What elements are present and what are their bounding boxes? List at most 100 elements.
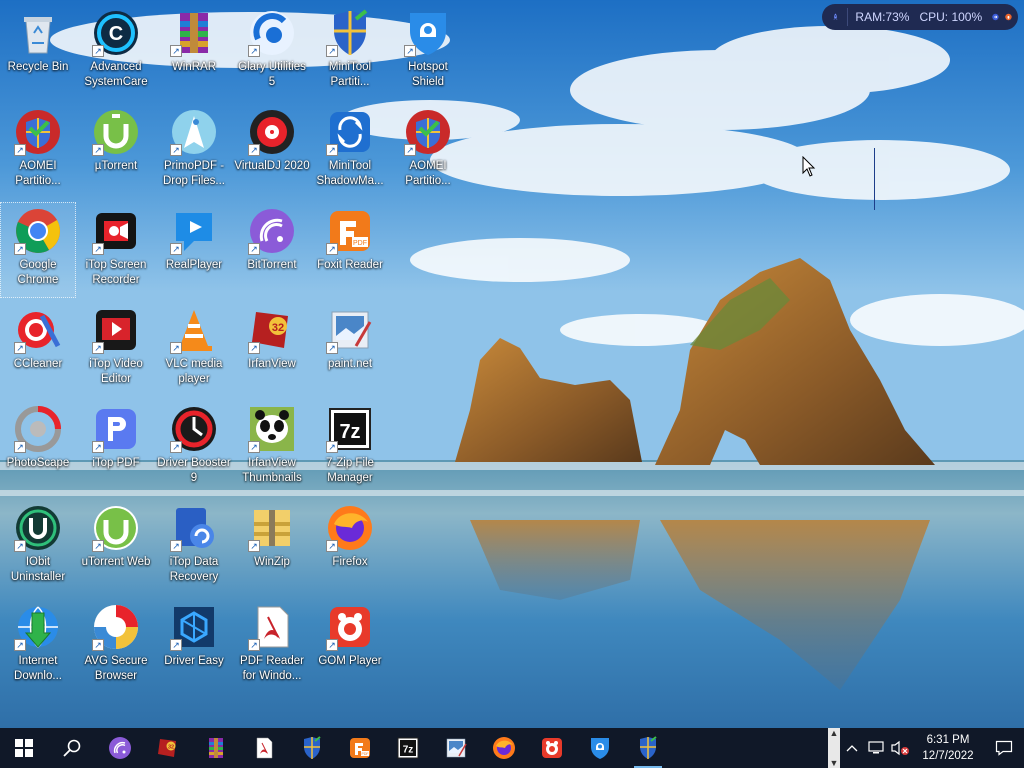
desktop-icon[interactable]: ↗ WinRAR [156, 4, 232, 100]
desktop-icon[interactable]: ↗ Hotspot Shield [390, 4, 466, 100]
desktop-icon[interactable]: ↗ Driver Easy [156, 598, 232, 694]
minitool-shadowmaker-icon: ↗ [326, 108, 374, 156]
itop-screen-recorder-icon: ↗ [92, 207, 140, 255]
shortcut-arrow-icon: ↗ [92, 243, 104, 255]
desktop-icon[interactable]: ↗ AOMEI Partitio... [390, 103, 466, 199]
desktop-icon[interactable]: ↗ iTop Data Recovery [156, 499, 232, 595]
desktop-icon[interactable]: ↗ RealPlayer [156, 202, 232, 298]
network-icon[interactable] [864, 728, 888, 768]
desktop-icon[interactable]: ↗ AOMEI Partitio... [0, 103, 76, 199]
taskbar-firefox-button[interactable] [480, 728, 528, 768]
taskbar-paintnet-button[interactable] [432, 728, 480, 768]
clock[interactable]: 6:31 PM 12/7/2022 [912, 732, 984, 764]
taskbar-minitool-partition-button[interactable] [624, 728, 672, 768]
desktop-icon-label: AVG Secure Browser [84, 655, 148, 682]
shortcut-arrow-icon: ↗ [326, 540, 338, 552]
desktop-icon[interactable]: ↗ Glary Utilities 5 [234, 4, 310, 100]
shortcut-arrow-icon: ↗ [92, 45, 104, 57]
shortcut-arrow-icon: ↗ [326, 45, 338, 57]
desktop-icon[interactable]: ↗ Firefox [312, 499, 388, 595]
taskbar-foxit-reader-button[interactable]: PDF [336, 728, 384, 768]
taskbar-bittorrent-button[interactable] [96, 728, 144, 768]
scroll-up-icon[interactable]: ▲ [830, 728, 839, 738]
irfanview-icon: 32 ↗ [248, 306, 296, 354]
desktop-icon-label: Firefox [332, 556, 368, 568]
desktop-icon[interactable]: PDF ↗ Foxit Reader [312, 202, 388, 298]
rocket-icon[interactable] [832, 9, 839, 25]
bell-icon[interactable] [1005, 10, 1012, 24]
internet-download-manager-icon: ↗ [14, 603, 62, 651]
desktop-icon[interactable]: ↗ IObit Uninstaller [0, 499, 76, 595]
desktop-icon[interactable]: C ↗ Advanced SystemCare [78, 4, 154, 100]
desktop-icon[interactable]: ↗ Internet Downlo... [0, 598, 76, 694]
shortcut-arrow-icon: ↗ [92, 342, 104, 354]
notification-icon[interactable] [984, 728, 1024, 768]
taskbar-minitool-partition-button[interactable] [288, 728, 336, 768]
taskbar-scroll[interactable]: ▲ ▼ [828, 728, 840, 768]
svg-text:7z: 7z [403, 745, 414, 756]
desktop-icon[interactable]: Recycle Bin [0, 4, 76, 100]
desktop-icon[interactable]: ↗ PDF Reader for Windo... [234, 598, 310, 694]
clock-date: 12/7/2022 [922, 750, 974, 762]
shortcut-arrow-icon: ↗ [170, 639, 182, 651]
desktop-icon[interactable]: ↗ WinZip [234, 499, 310, 595]
volume-muted-icon[interactable] [888, 728, 912, 768]
realplayer-icon: ↗ [170, 207, 218, 255]
desktop-icon[interactable]: ↗ Driver Booster 9 [156, 400, 232, 496]
aomei-partition-icon: ↗ [14, 108, 62, 156]
svg-text:PDF: PDF [353, 240, 367, 247]
taskbar-gom-player-button[interactable] [528, 728, 576, 768]
taskbar-7zip-button[interactable]: 7z [384, 728, 432, 768]
desktop-icon[interactable]: ↗ IrfanView Thumbnails [234, 400, 310, 496]
system-monitor-widget[interactable]: RAM:73% CPU: 100% [822, 4, 1018, 30]
shortcut-arrow-icon: ↗ [170, 144, 182, 156]
taskbar-irfanview-button[interactable]: 32 [144, 728, 192, 768]
ram-usage: RAM:73% [855, 10, 910, 24]
desktop-icon[interactable]: ↗ PrimoPDF - Drop Files... [156, 103, 232, 199]
desktop-icon[interactable]: ↗ iTop PDF [78, 400, 154, 496]
desktop-icon[interactable]: ↗ iTop Screen Recorder [78, 202, 154, 298]
desktop-icon[interactable]: ↗ µTorrent [78, 103, 154, 199]
hotspot-shield-icon [588, 736, 612, 760]
shortcut-arrow-icon: ↗ [170, 342, 182, 354]
desktop-icon[interactable]: ↗ paint.net [312, 301, 388, 397]
mouse-pointer-icon [802, 156, 816, 177]
desktop-icon[interactable]: ↗ GOM Player [312, 598, 388, 694]
show-hidden-icons-chevron-icon[interactable] [840, 728, 864, 768]
desktop-icon-grid: Recycle Bin C ↗ Advanced SystemCare ↗ WinRAR ↗… [0, 0, 470, 690]
desktop-icon[interactable]: ↗ MiniTool ShadowMa... [312, 103, 388, 199]
arrow-right-icon[interactable] [992, 10, 999, 24]
desktop-icon[interactable]: ↗ Google Chrome [0, 202, 76, 298]
pdf-reader-icon: ↗ [248, 603, 296, 651]
taskbar-start-button[interactable] [0, 728, 48, 768]
minitool-partition-icon: ↗ [326, 9, 374, 57]
taskbar-search-button[interactable] [48, 728, 96, 768]
shortcut-arrow-icon: ↗ [326, 441, 338, 453]
gom-player-icon [540, 736, 564, 760]
desktop-icon[interactable]: 7z ↗ 7-Zip File Manager [312, 400, 388, 496]
shortcut-arrow-icon: ↗ [92, 540, 104, 552]
desktop-icon[interactable]: ↗ iTop Video Editor [78, 301, 154, 397]
taskbar-hotspot-shield-button[interactable] [576, 728, 624, 768]
desktop-icon-label: uTorrent Web [81, 556, 151, 568]
taskbar-winrar-button[interactable] [192, 728, 240, 768]
shortcut-arrow-icon: ↗ [14, 243, 26, 255]
foxit-reader-icon: PDF ↗ [326, 207, 374, 255]
glary-utilities-icon: ↗ [248, 9, 296, 57]
desktop-icon[interactable]: ↗ VLC media player [156, 301, 232, 397]
desktop-icon[interactable]: ↗ MiniTool Partiti... [312, 4, 388, 100]
avg-secure-browser-icon: ↗ [92, 603, 140, 651]
shortcut-arrow-icon: ↗ [14, 144, 26, 156]
advanced-systemcare-icon: C ↗ [92, 9, 140, 57]
scroll-down-icon[interactable]: ▼ [830, 758, 839, 768]
desktop-icon[interactable]: ↗ uTorrent Web [78, 499, 154, 595]
desktop-icon[interactable]: ↗ AVG Secure Browser [78, 598, 154, 694]
desktop-icon[interactable]: ↗ CCleaner [0, 301, 76, 397]
desktop-icon[interactable]: ↗ PhotoScape [0, 400, 76, 496]
taskbar-pdf-reader-button[interactable] [240, 728, 288, 768]
desktop-icon-label: MiniTool Partiti... [328, 61, 372, 88]
shortcut-arrow-icon: ↗ [14, 342, 26, 354]
desktop-icon[interactable]: ↗ VirtualDJ 2020 [234, 103, 310, 199]
desktop-icon[interactable]: 32 ↗ IrfanView [234, 301, 310, 397]
desktop-icon[interactable]: ↗ BitTorrent [234, 202, 310, 298]
